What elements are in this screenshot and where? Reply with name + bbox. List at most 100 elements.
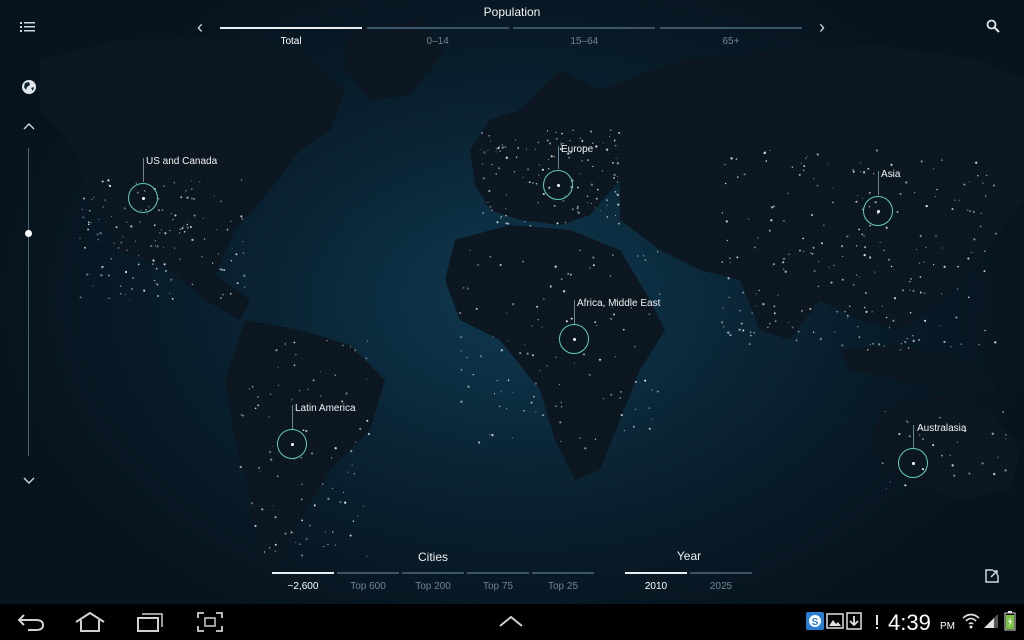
city-dot — [556, 222, 559, 225]
gallery-notification-icon[interactable] — [826, 613, 844, 634]
city-dot — [960, 343, 962, 345]
city-dot — [161, 209, 164, 211]
cities-option-label: Top 200 — [415, 581, 451, 592]
prev-arrow-icon[interactable]: ‹ — [190, 16, 210, 38]
region-ring[interactable] — [559, 324, 589, 354]
city-dot — [581, 139, 584, 142]
city-dot — [832, 201, 834, 204]
city-dot — [536, 305, 539, 308]
zoom-out-chevron-down-icon[interactable] — [22, 473, 36, 491]
globe-icon[interactable] — [21, 79, 37, 100]
city-dot — [243, 274, 246, 277]
region-ring[interactable] — [898, 448, 928, 478]
city-dot — [1002, 411, 1004, 413]
city-dot — [881, 462, 884, 464]
city-dot — [301, 498, 303, 501]
city-dot — [721, 261, 724, 263]
cities-option-top-200[interactable]: Top 200 — [402, 572, 464, 592]
search-icon[interactable] — [986, 19, 1000, 38]
city-dot — [830, 281, 833, 284]
city-dot — [460, 368, 463, 371]
city-dot — [269, 393, 272, 395]
cities-option-all[interactable]: ~2,600 — [272, 572, 334, 592]
tab-total[interactable]: Total — [220, 27, 362, 47]
city-dot — [507, 222, 510, 225]
year-selector: 2010 2025 — [625, 572, 752, 592]
tab-15-64[interactable]: 15–64 — [513, 27, 656, 47]
city-dot — [951, 207, 954, 211]
city-dot — [954, 199, 956, 201]
city-dot — [868, 256, 872, 259]
back-icon[interactable] — [16, 612, 46, 637]
city-dot — [642, 255, 645, 257]
city-dot — [564, 221, 567, 223]
city-dot — [354, 349, 357, 352]
city-dot — [884, 411, 886, 413]
tab-label: 65+ — [722, 36, 740, 47]
city-dot — [841, 344, 844, 347]
city-dot — [302, 429, 305, 432]
city-dot — [334, 374, 336, 376]
city-dot — [132, 277, 134, 279]
city-dot — [900, 343, 903, 345]
city-dot — [867, 167, 870, 170]
region-ring[interactable] — [543, 170, 573, 200]
city-dot — [499, 405, 501, 408]
city-dot — [833, 264, 835, 267]
skype-notification-icon[interactable]: S — [806, 612, 824, 635]
map-view[interactable]: Population ‹ › Total 0–14 15–64 65+ US a… — [0, 0, 1024, 604]
city-dot — [803, 165, 806, 168]
city-dot — [864, 246, 867, 249]
city-dot — [983, 250, 986, 253]
region-ring[interactable] — [863, 196, 893, 226]
city-dot — [614, 356, 616, 358]
tab-65-plus[interactable]: 65+ — [659, 27, 802, 47]
city-dot — [888, 327, 891, 329]
cities-option-top-25[interactable]: Top 25 — [532, 572, 594, 592]
cities-option-top-75[interactable]: Top 75 — [467, 572, 529, 592]
recent-apps-icon[interactable] — [136, 611, 164, 638]
city-dot — [616, 175, 618, 177]
city-dot — [569, 273, 572, 276]
city-dot — [191, 283, 193, 286]
city-dot — [795, 339, 798, 342]
year-option-2010[interactable]: 2010 — [625, 572, 687, 592]
city-dot — [126, 249, 128, 251]
menu-list-icon[interactable] — [20, 20, 36, 39]
year-option-2025[interactable]: 2025 — [690, 572, 752, 592]
region-ring[interactable] — [277, 429, 307, 459]
tab-0-14[interactable]: 0–14 — [366, 27, 509, 47]
zoom-in-chevron-up-icon[interactable] — [22, 118, 36, 136]
city-dot — [594, 321, 597, 323]
region-ring[interactable] — [128, 183, 158, 213]
screenshot-icon[interactable] — [196, 611, 224, 638]
download-notification-icon[interactable] — [846, 612, 862, 635]
share-export-icon[interactable] — [984, 568, 1000, 589]
cities-option-top-600[interactable]: Top 600 — [337, 572, 399, 592]
city-dot — [863, 253, 866, 257]
city-dot — [899, 349, 901, 351]
city-dot — [357, 515, 359, 517]
city-dot — [917, 338, 921, 341]
city-dot — [610, 394, 613, 396]
next-arrow-icon[interactable]: › — [812, 16, 832, 38]
city-dot — [139, 221, 141, 223]
city-dot — [359, 427, 362, 430]
city-dot — [852, 170, 855, 173]
city-dot — [769, 322, 771, 325]
city-dot — [250, 502, 253, 505]
zoom-slider-knob[interactable] — [25, 230, 32, 237]
city-dot — [902, 289, 905, 292]
city-dot — [560, 401, 562, 404]
city-dot — [481, 132, 483, 134]
city-dot — [590, 183, 594, 186]
city-dot — [507, 340, 509, 342]
city-dot — [909, 289, 911, 291]
chevron-up-icon[interactable] — [498, 614, 524, 633]
city-dot — [460, 336, 463, 338]
zoom-slider-track[interactable] — [28, 148, 29, 456]
home-icon[interactable] — [74, 611, 106, 638]
city-dot — [791, 166, 794, 168]
city-dot — [522, 260, 524, 263]
wifi-icon — [962, 612, 980, 635]
